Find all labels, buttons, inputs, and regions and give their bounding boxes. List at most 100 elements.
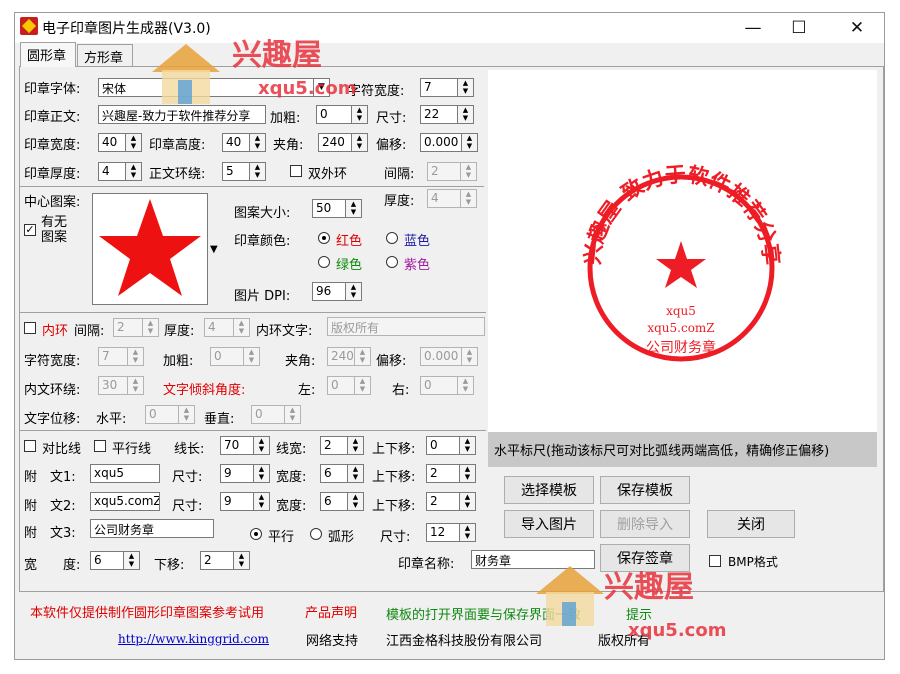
attach1-width-stepper[interactable]: ▲ ▼ [348, 464, 364, 483]
horizontal-ruler[interactable]: 水平标尺(拖动该标尺可对比弧线两端高低，精确修正偏移) [488, 432, 877, 467]
offset-stepper[interactable]: ▲ ▼ [462, 133, 478, 152]
attach2-size-input[interactable]: 9 [220, 492, 254, 511]
bold-input[interactable]: 0 [316, 105, 352, 124]
tilt-left-stepper[interactable]: ▲ ▼ [355, 376, 371, 395]
angle-input[interactable]: 240 [318, 133, 352, 152]
inner-thickness-stepper[interactable]: ▲ ▼ [234, 318, 250, 337]
attach2-updown-stepper[interactable]: ▲ ▼ [460, 492, 476, 511]
attach3-input[interactable]: 公司财务章 [90, 519, 214, 538]
angle-stepper[interactable]: ▲ ▼ [352, 133, 368, 152]
pattern-size-stepper[interactable]: ▲ ▼ [346, 199, 362, 218]
gap-stepper[interactable]: ▲ ▼ [461, 162, 477, 181]
attach2-width-stepper[interactable]: ▲ ▼ [348, 492, 364, 511]
color-red-radio[interactable] [318, 232, 330, 244]
outer-thickness-input[interactable]: 4 [427, 189, 461, 208]
text-pos-v-stepper[interactable]: ▲ ▼ [285, 405, 301, 424]
pattern-dropdown-icon[interactable]: ▼ [210, 244, 218, 255]
inner-char-width-stepper[interactable]: ▲ ▼ [128, 347, 144, 366]
misc-down-stepper[interactable]: ▲ ▼ [234, 551, 250, 570]
tilt-right-stepper[interactable]: ▲ ▼ [458, 376, 474, 395]
char-width-input[interactable]: 7 [420, 78, 458, 97]
text-pos-v-input[interactable]: 0 [251, 405, 285, 424]
import-image-button[interactable]: 导入图片 [504, 510, 594, 538]
pattern-picker[interactable] [92, 193, 208, 305]
compare-line-checkbox[interactable] [24, 440, 36, 452]
attach1-width-input[interactable]: 6 [320, 464, 348, 483]
attach1-size-input[interactable]: 9 [220, 464, 254, 483]
inner-angle-stepper[interactable]: ▲ ▼ [355, 347, 371, 366]
text-ring-input[interactable]: 5 [222, 162, 250, 181]
outer-thickness-stepper[interactable]: ▲ ▼ [461, 189, 477, 208]
color-green-radio[interactable] [318, 256, 330, 268]
inner-bold-input[interactable]: 0 [210, 347, 244, 366]
attach3-arc-radio[interactable] [310, 528, 322, 540]
seal-width-input[interactable]: 40 [98, 133, 126, 152]
color-blue-radio[interactable] [386, 232, 398, 244]
tilt-left-input[interactable]: 0 [327, 376, 355, 395]
seal-height-stepper[interactable]: ▲ ▼ [250, 133, 266, 152]
inner-ring-checkbox[interactable] [24, 322, 36, 334]
tab-round-seal[interactable]: 圆形章 [20, 42, 76, 67]
attach3-parallel-radio[interactable] [250, 528, 262, 540]
line-updown-input[interactable]: 0 [426, 436, 460, 455]
line-updown-stepper[interactable]: ▲ ▼ [460, 436, 476, 455]
offset-input[interactable]: 0.000 [420, 133, 462, 152]
parallel-line-checkbox[interactable] [94, 440, 106, 452]
seal-height-input[interactable]: 40 [222, 133, 250, 152]
attach3-size-stepper[interactable]: ▲ ▼ [460, 523, 476, 542]
inner-ring-stepper[interactable]: ▲ ▼ [128, 376, 144, 395]
bold-stepper[interactable]: ▲ ▼ [352, 105, 368, 124]
attach2-updown-input[interactable]: 2 [426, 492, 460, 511]
attach2-size-stepper[interactable]: ▲ ▼ [254, 492, 270, 511]
website-link[interactable]: http://www.kinggrid.com [118, 632, 269, 646]
size-input[interactable]: 22 [420, 105, 458, 124]
misc-width-stepper[interactable]: ▲ ▼ [124, 551, 140, 570]
seal-thickness-input[interactable]: 4 [98, 162, 126, 181]
attach3-size-input[interactable]: 12 [426, 523, 460, 542]
close-window-button[interactable]: ✕ [834, 14, 880, 42]
minimize-button[interactable]: — [730, 14, 776, 42]
inner-char-width-input[interactable]: 7 [98, 347, 128, 366]
line-width-input[interactable]: 2 [320, 436, 348, 455]
pattern-size-input[interactable]: 50 [312, 199, 346, 218]
seal-thickness-stepper[interactable]: ▲ ▼ [126, 162, 142, 181]
seal-width-stepper[interactable]: ▲ ▼ [126, 133, 142, 152]
inner-angle-input[interactable]: 240 [327, 347, 355, 366]
has-pattern-checkbox[interactable]: ✓ [24, 224, 36, 236]
inner-thickness-input[interactable]: 4 [204, 318, 234, 337]
misc-down-input[interactable]: 2 [200, 551, 234, 570]
line-length-input[interactable]: 70 [220, 436, 254, 455]
text-pos-h-input[interactable]: 0 [145, 405, 179, 424]
close-button[interactable]: 关闭 [707, 510, 795, 538]
bmp-format-checkbox[interactable] [709, 555, 721, 567]
save-template-button[interactable]: 保存模板 [600, 476, 690, 504]
delete-import-button[interactable]: 删除导入 [600, 510, 690, 538]
attach2-input[interactable]: xqu5.comZ [90, 492, 160, 511]
tilt-right-input[interactable]: 0 [420, 376, 458, 395]
char-width-stepper[interactable]: ▲ ▼ [458, 78, 474, 97]
inner-offset-input[interactable]: 0.000 [420, 347, 462, 366]
size-stepper[interactable]: ▲ ▼ [458, 105, 474, 124]
tab-square-seal[interactable]: 方形章 [77, 44, 133, 66]
attach2-width-input[interactable]: 6 [320, 492, 348, 511]
attach1-updown-stepper[interactable]: ▲ ▼ [460, 464, 476, 483]
inner-ring-input[interactable]: 30 [98, 376, 128, 395]
dpi-stepper[interactable]: ▲ ▼ [346, 282, 362, 301]
inner-gap-input[interactable]: 2 [113, 318, 143, 337]
choose-template-button[interactable]: 选择模板 [504, 476, 594, 504]
attach1-size-stepper[interactable]: ▲ ▼ [254, 464, 270, 483]
line-length-stepper[interactable]: ▲ ▼ [254, 436, 270, 455]
text-pos-h-stepper[interactable]: ▲ ▼ [179, 405, 195, 424]
inner-text-input[interactable]: 版权所有 [327, 317, 485, 336]
line-width-stepper[interactable]: ▲ ▼ [348, 436, 364, 455]
inner-gap-stepper[interactable]: ▲ ▼ [143, 318, 159, 337]
product-statement-link[interactable]: 产品声明 [305, 602, 357, 621]
attach1-input[interactable]: xqu5 [90, 464, 160, 483]
gap-input[interactable]: 2 [427, 162, 461, 181]
inner-bold-stepper[interactable]: ▲ ▼ [244, 347, 260, 366]
inner-offset-stepper[interactable]: ▲ ▼ [462, 347, 478, 366]
double-outer-checkbox[interactable] [290, 165, 302, 177]
maximize-button[interactable]: ☐ [776, 14, 822, 42]
seal-preview[interactable]: 兴趣屋-致力于软件推荐分享 xqu5 xqu5.comZ 公司财务章 [488, 70, 877, 432]
color-purple-radio[interactable] [386, 256, 398, 268]
